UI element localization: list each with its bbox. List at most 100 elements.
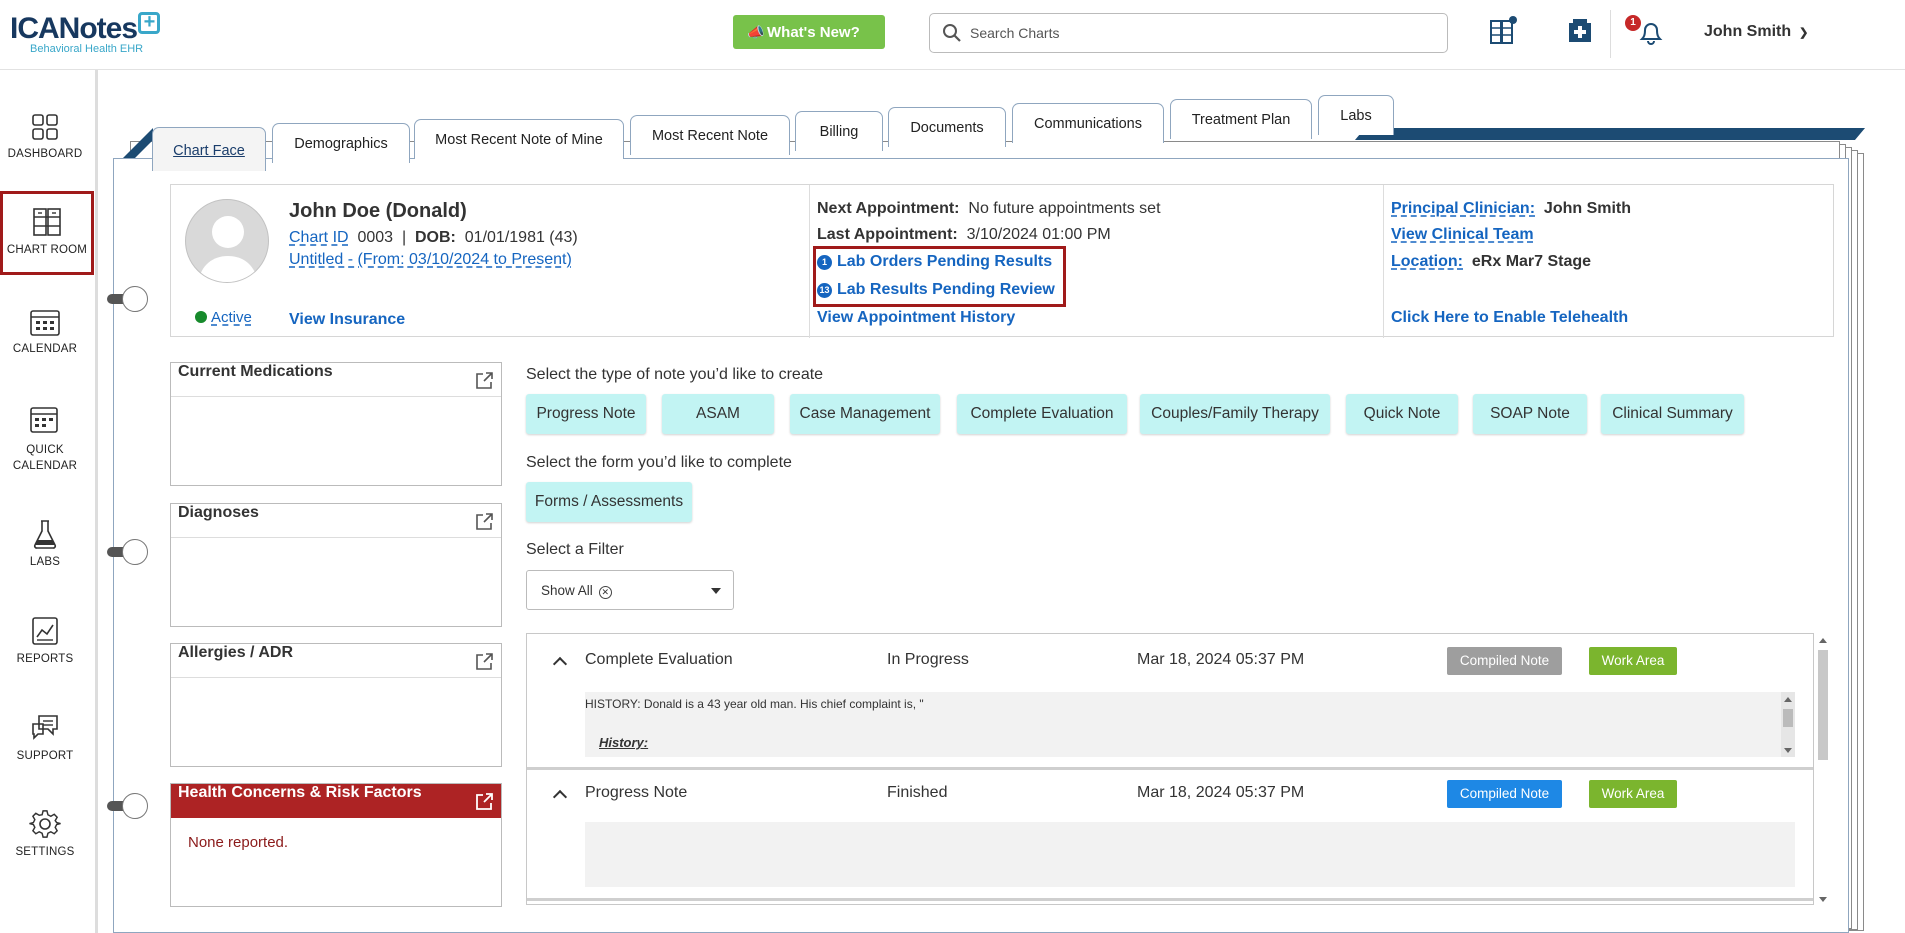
- preview-scrollbar[interactable]: [1781, 692, 1795, 757]
- tab-most-recent-note[interactable]: Most Recent Note: [630, 115, 790, 155]
- status-label[interactable]: Active: [211, 309, 252, 326]
- sidebar-item-quick-calendar[interactable]: QUICK CALENDAR: [0, 404, 90, 474]
- support-icon: [32, 715, 58, 740]
- sidebar-label: DASHBOARD: [7, 148, 83, 160]
- soap-note-button[interactable]: SOAP Note: [1473, 394, 1587, 434]
- episode-link[interactable]: Untitled - (From: 03/10/2024 to Present): [289, 251, 572, 269]
- dob-label: DOB:: [415, 229, 456, 246]
- external-link-icon[interactable]: [474, 792, 494, 812]
- erx-prescription-icon[interactable]: [1563, 14, 1597, 48]
- sidebar-item-labs[interactable]: LABS: [0, 518, 90, 568]
- tab-labs[interactable]: Labs: [1318, 95, 1394, 135]
- compiled-note-button[interactable]: Compiled Note: [1447, 780, 1562, 808]
- tab-billing[interactable]: Billing: [795, 111, 883, 151]
- note-status: In Progress: [887, 651, 969, 668]
- tab-demographics[interactable]: Demographics: [272, 123, 410, 163]
- filter-prompt: Select a Filter: [526, 541, 624, 558]
- user-menu[interactable]: John Smith ❯: [1704, 23, 1808, 41]
- view-appointment-history-link[interactable]: View Appointment History: [817, 309, 1015, 327]
- health-concerns-text: None reported.: [188, 834, 289, 851]
- forms-assessments-button[interactable]: Forms / Assessments: [526, 482, 692, 522]
- sidebar-item-chart-room[interactable]: CHART ROOM: [0, 191, 94, 275]
- case-management-button[interactable]: Case Management: [790, 394, 940, 434]
- external-link-icon[interactable]: [474, 371, 494, 391]
- last-appt-value: 3/10/2024 01:00 PM: [966, 226, 1111, 243]
- clear-filter-icon[interactable]: ✕: [598, 586, 612, 599]
- sidebar-label: CHART ROOM: [6, 244, 88, 256]
- header-divider: [1610, 10, 1611, 58]
- dob-value: 01/01/1981 (43): [464, 229, 578, 246]
- binder-ring-hole: [122, 286, 148, 312]
- tab-documents[interactable]: Documents: [888, 107, 1006, 147]
- notes-list: Complete Evaluation In Progress Mar 18, …: [526, 633, 1814, 905]
- logo-subtitle: Behavioral Health EHR: [30, 43, 144, 55]
- sidebar-label-line2: CALENDAR: [12, 460, 78, 472]
- lab-highlight-box: [813, 246, 1066, 307]
- note-status: Finished: [887, 784, 948, 801]
- sidebar-label: CALENDAR: [12, 343, 78, 355]
- icanotes-logo[interactable]: ICANotes + Behavioral Health EHR: [10, 12, 161, 55]
- sidebar-item-settings[interactable]: SETTINGS: [0, 808, 90, 858]
- sidebar-label: SUPPORT: [16, 750, 74, 762]
- work-area-button[interactable]: Work Area: [1589, 647, 1677, 675]
- asam-button[interactable]: ASAM: [662, 394, 774, 434]
- binder-ring-hole: [122, 539, 148, 565]
- last-appt-label: Last Appointment:: [817, 226, 958, 243]
- chart-id-link[interactable]: Chart ID: [289, 229, 349, 246]
- allergies-panel: Allergies / ADR: [170, 643, 502, 767]
- next-appt-value: No future appointments set: [968, 200, 1161, 217]
- sidebar-item-reports[interactable]: REPORTS: [0, 615, 90, 665]
- note-date: Mar 18, 2024 05:37 PM: [1137, 784, 1305, 801]
- dropdown-caret-icon: [711, 588, 721, 594]
- compiled-note-button[interactable]: Compiled Note: [1447, 647, 1562, 675]
- principal-clinician-link[interactable]: Principal Clinician:: [1391, 200, 1535, 217]
- top-bar: ICANotes + Behavioral Health EHR 📣 What's …: [0, 0, 1905, 70]
- quick-note-button[interactable]: Quick Note: [1346, 394, 1458, 434]
- location-link[interactable]: Location:: [1391, 253, 1463, 270]
- dashboard-icon: [32, 114, 58, 140]
- tab-chart-face[interactable]: Chart Face: [152, 127, 266, 171]
- note-preview: [585, 822, 1795, 887]
- search-icon: [943, 24, 961, 42]
- view-clinical-team-link[interactable]: View Clinical Team: [1391, 226, 1534, 244]
- notes-scrollbar[interactable]: [1816, 634, 1830, 906]
- health-concerns-panel: Health Concerns & Risk Factors None repo…: [170, 783, 502, 907]
- collapse-icon[interactable]: [552, 789, 568, 805]
- tab-communications[interactable]: Communications: [1012, 103, 1164, 143]
- search-charts-input[interactable]: Search Charts: [929, 13, 1448, 53]
- progress-note-button[interactable]: Progress Note: [526, 394, 646, 434]
- couples-family-therapy-button[interactable]: Couples/Family Therapy: [1140, 394, 1330, 434]
- sidebar-item-support[interactable]: SUPPORT: [0, 712, 90, 762]
- clinical-summary-button[interactable]: Clinical Summary: [1601, 394, 1744, 434]
- column-divider: [1383, 185, 1384, 338]
- sidebar-item-calendar[interactable]: CALENDAR: [0, 307, 90, 355]
- complete-evaluation-button[interactable]: Complete Evaluation: [957, 394, 1127, 434]
- patient-name: John Doe (Donald): [289, 200, 467, 222]
- filter-chip: Show All ✕: [541, 583, 612, 599]
- note-row[interactable]: Progress Note Finished Mar 18, 2024 05:3…: [527, 770, 1813, 904]
- view-insurance-link[interactable]: View Insurance: [289, 311, 405, 329]
- work-area-button[interactable]: Work Area: [1589, 780, 1677, 808]
- sidebar-label: QUICK: [26, 444, 64, 456]
- chevron-down-icon: ❯: [1799, 27, 1809, 39]
- whats-new-button[interactable]: 📣 What's New?: [733, 15, 885, 49]
- external-link-icon[interactable]: [474, 652, 494, 672]
- tab-treatment-plan[interactable]: Treatment Plan: [1170, 99, 1312, 139]
- quick-calendar-icon: [30, 407, 58, 433]
- separator: |: [401, 229, 407, 246]
- binder-ring-hole: [122, 793, 148, 819]
- sidebar-item-dashboard[interactable]: DASHBOARD: [0, 112, 90, 160]
- note-row[interactable]: Complete Evaluation In Progress Mar 18, …: [527, 634, 1813, 767]
- note-type: Complete Evaluation: [585, 651, 733, 668]
- diagnoses-panel: Diagnoses: [170, 503, 502, 627]
- row-divider: [527, 898, 1813, 901]
- enable-telehealth-link[interactable]: Click Here to Enable Telehealth: [1391, 309, 1628, 327]
- panel-title: Current Medications: [178, 363, 333, 380]
- tab-most-recent-note-of-mine[interactable]: Most Recent Note of Mine: [414, 119, 624, 159]
- collapse-icon[interactable]: [552, 656, 568, 672]
- book-spine-top: [1354, 128, 1866, 140]
- avatar: [185, 199, 269, 283]
- chart-cabinet-add-icon[interactable]: [1485, 14, 1519, 48]
- note-filter-select[interactable]: Show All ✕: [526, 570, 734, 610]
- external-link-icon[interactable]: [474, 512, 494, 532]
